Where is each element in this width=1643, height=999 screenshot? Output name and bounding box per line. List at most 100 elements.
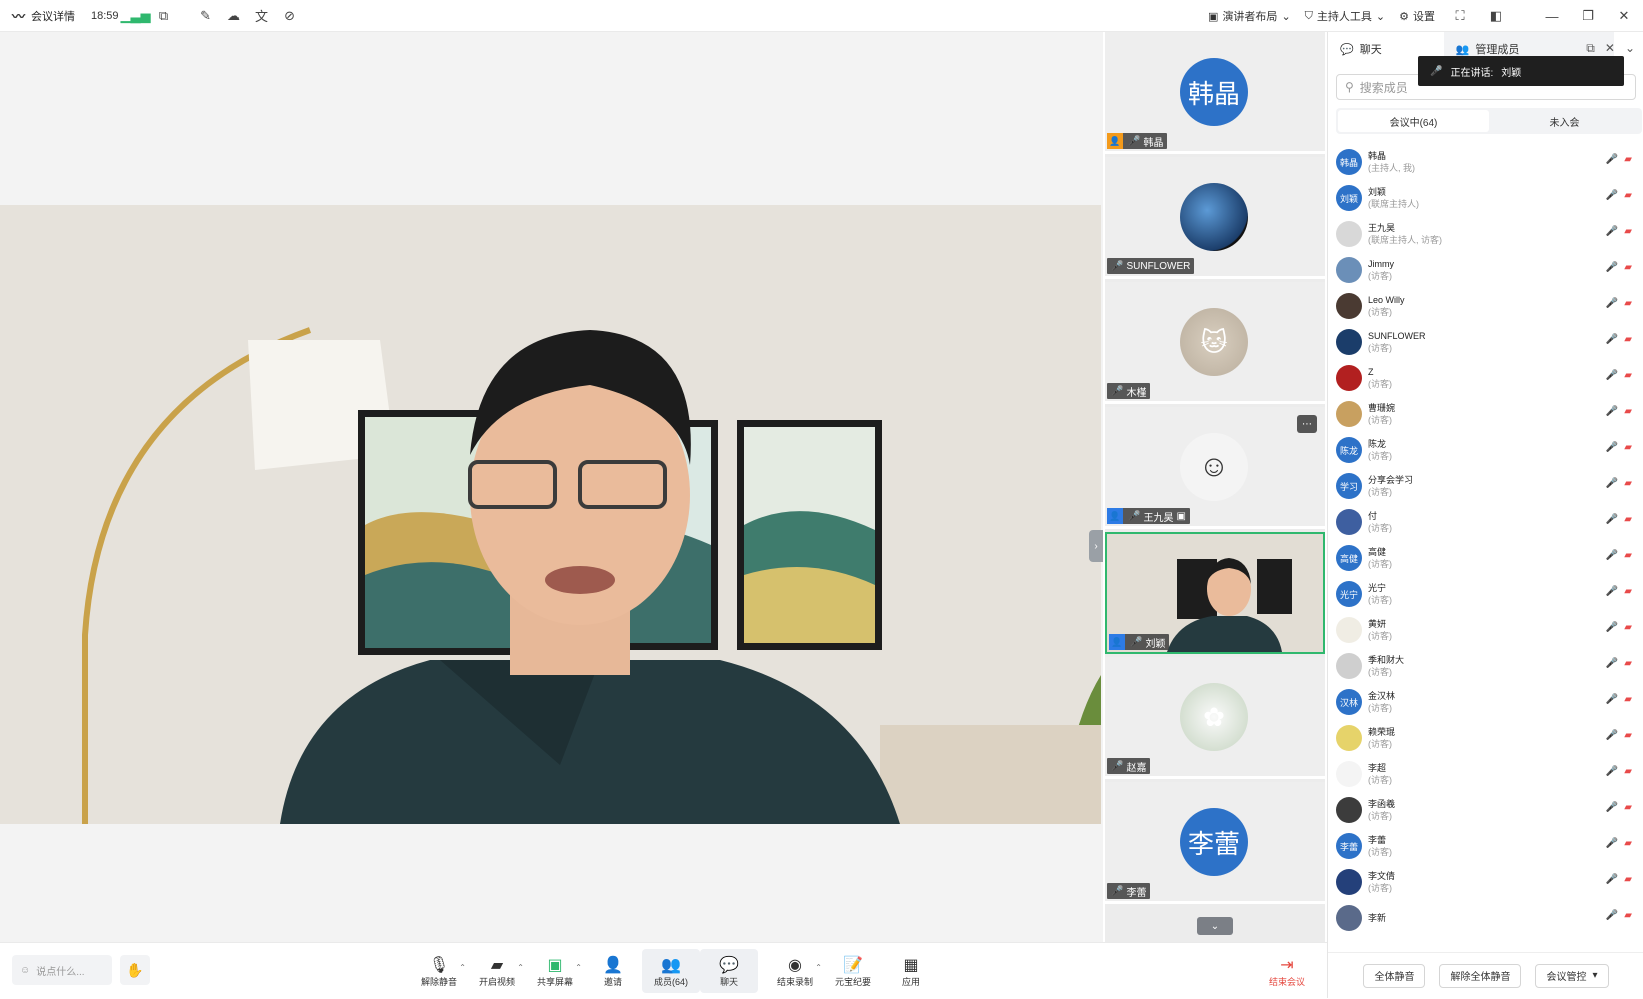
mic-muted-icon[interactable]: 🎤	[1606, 766, 1618, 777]
member-row[interactable]: 刘颖 刘颖 (联席主持人) 🎤 ▰	[1328, 180, 1643, 216]
video-off-icon[interactable]: ▰	[1624, 802, 1632, 813]
member-row[interactable]: 王九昊 (联席主持人, 访客) 🎤 ▰	[1328, 216, 1643, 252]
mic-muted-icon[interactable]: 🎤	[1606, 550, 1618, 561]
mic-muted-icon[interactable]: 🎤	[1606, 406, 1618, 417]
gallery-tile[interactable]: 🎤 SUNFLOWER	[1105, 157, 1325, 279]
annotation-off-icon[interactable]: ✎	[195, 5, 217, 27]
member-row[interactable]: 季和财大 (访客) 🎤 ▰	[1328, 648, 1643, 684]
video-off-icon[interactable]: ▰	[1624, 910, 1632, 921]
video-off-icon[interactable]: ▰	[1624, 190, 1632, 201]
speaker-layout-button[interactable]: ▣ 演讲者布局 ⌄	[1208, 8, 1291, 24]
seg-in-meeting[interactable]: 会议中(64)	[1338, 110, 1489, 132]
mic-muted-icon[interactable]: 🎤	[1606, 802, 1618, 813]
member-row[interactable]: 高健 高健 (访客) 🎤 ▰	[1328, 540, 1643, 576]
video-off-icon[interactable]: ▰	[1624, 298, 1632, 309]
mic-muted-icon[interactable]: 🎤	[1606, 838, 1618, 849]
signal-icon[interactable]: ▁▃▅	[121, 5, 151, 27]
member-row[interactable]: Jimmy (访客) 🎤 ▰	[1328, 252, 1643, 288]
mic-muted-icon[interactable]: 🎤	[1606, 262, 1618, 273]
member-row[interactable]: 汉林 金汉林 (访客) 🎤 ▰	[1328, 684, 1643, 720]
mic-muted-icon[interactable]: 🎤	[1606, 298, 1618, 309]
video-off-icon[interactable]: ▰	[1624, 442, 1632, 453]
mic-muted-icon[interactable]: 🎤	[1606, 910, 1618, 921]
caret-up-icon[interactable]: ⌃	[459, 963, 466, 972]
video-off-icon[interactable]: ▰	[1624, 550, 1632, 561]
minimize-icon[interactable]: —	[1541, 5, 1563, 27]
member-row[interactable]: 李蕾 李蕾 (访客) 🎤 ▰	[1328, 828, 1643, 864]
meeting-control-button[interactable]: 会议管控 ▾	[1535, 963, 1609, 988]
hide-icon[interactable]: ⊘	[279, 5, 301, 27]
yuanbao-minutes-button[interactable]: 📝 元宝纪要	[824, 949, 882, 993]
unmute-button[interactable]: 🎙 解除静音 ⌃	[410, 949, 468, 993]
start-video-button[interactable]: ▰ 开启视频 ⌃	[468, 949, 526, 993]
video-off-icon[interactable]: ▰	[1624, 766, 1632, 777]
member-row[interactable]: 曹珊婉 (访客) 🎤 ▰	[1328, 396, 1643, 432]
cloud-record-icon[interactable]: ☁	[223, 5, 245, 27]
gallery-tile-active-speaker[interactable]: 👤 🎤 刘颖	[1105, 532, 1325, 654]
member-row[interactable]: SUNFLOWER (访客) 🎤 ▰	[1328, 324, 1643, 360]
video-off-icon[interactable]: ▰	[1624, 478, 1632, 489]
mic-muted-icon[interactable]: 🎤	[1606, 622, 1618, 633]
video-off-icon[interactable]: ▰	[1624, 730, 1632, 741]
mic-muted-icon[interactable]: 🎤	[1606, 694, 1618, 705]
mic-muted-icon[interactable]: 🎤	[1606, 874, 1618, 885]
close-icon[interactable]: ✕	[1613, 5, 1635, 27]
video-off-icon[interactable]: ▰	[1624, 334, 1632, 345]
video-off-icon[interactable]: ▰	[1624, 694, 1632, 705]
mic-muted-icon[interactable]: 🎤	[1606, 658, 1618, 669]
close-panel-icon[interactable]: ✕	[1605, 41, 1615, 56]
mic-muted-icon[interactable]: 🎤	[1606, 370, 1618, 381]
translate-icon[interactable]: 文	[251, 5, 273, 27]
host-tools-button[interactable]: ⛉ 主持人工具 ⌄	[1305, 8, 1385, 24]
member-row[interactable]: 付 (访客) 🎤 ▰	[1328, 504, 1643, 540]
member-row[interactable]: Leo Willy (访客) 🎤 ▰	[1328, 288, 1643, 324]
invite-button[interactable]: 👤 邀请	[584, 949, 642, 993]
member-row[interactable]: 黄妍 (访客) 🎤 ▰	[1328, 612, 1643, 648]
more-options-button[interactable]: ⋯	[1297, 415, 1317, 433]
mic-muted-icon[interactable]: 🎤	[1606, 478, 1618, 489]
mic-muted-icon[interactable]: 🎤	[1606, 442, 1618, 453]
seg-not-joined[interactable]: 未入会	[1489, 110, 1640, 132]
apps-button[interactable]: ▦ 应用	[882, 949, 940, 993]
chat-button[interactable]: 💬 聊天	[700, 949, 758, 993]
video-off-icon[interactable]: ▰	[1624, 658, 1632, 669]
members-button[interactable]: 👥 成员(64)	[642, 949, 700, 993]
mic-muted-icon[interactable]: 🎤	[1606, 190, 1618, 201]
settings-button[interactable]: ⚙ 设置	[1399, 8, 1435, 24]
mic-muted-icon[interactable]: 🎤	[1606, 334, 1618, 345]
gallery-tile[interactable]: ⋯ ☺ 👤 🎤 王九昊 ▣	[1105, 407, 1325, 529]
video-off-icon[interactable]: ▰	[1624, 514, 1632, 525]
caret-up-icon[interactable]: ⌃	[815, 963, 822, 972]
video-off-icon[interactable]: ▰	[1624, 370, 1632, 381]
main-video[interactable]	[0, 205, 1101, 824]
gallery-tile[interactable]: 李蕾 🎤 李蕾	[1105, 782, 1325, 904]
mic-muted-icon[interactable]: 🎤	[1606, 226, 1618, 237]
member-row[interactable]: 韩晶 韩晶 (主持人, 我) 🎤 ▰	[1328, 144, 1643, 180]
fullscreen-icon[interactable]: ⛶	[1449, 5, 1471, 27]
unmute-all-button[interactable]: 解除全体静音	[1439, 963, 1522, 988]
mute-all-button[interactable]: 全体静音	[1363, 963, 1426, 988]
mic-muted-icon[interactable]: 🎤	[1606, 154, 1618, 165]
end-meeting-button[interactable]: ⇥ 结束会议	[1262, 951, 1312, 991]
restore-icon[interactable]: ❐	[1577, 5, 1599, 27]
collapse-gallery-handle[interactable]: ›	[1089, 530, 1103, 562]
gallery-tile[interactable]: ✿ 🎤 赵嘉	[1105, 657, 1325, 779]
external-link-icon[interactable]: ⧉	[153, 5, 175, 27]
video-off-icon[interactable]: ▰	[1624, 154, 1632, 165]
mic-muted-icon[interactable]: 🎤	[1606, 514, 1618, 525]
gallery-tile[interactable]: 韩晶 👤 🎤 韩晶	[1105, 32, 1325, 154]
member-row[interactable]: 陈龙 陈龙 (访客) 🎤 ▰	[1328, 432, 1643, 468]
meeting-details-link[interactable]: 会议详情	[31, 8, 75, 24]
member-row[interactable]: 李超 (访客) 🎤 ▰	[1328, 756, 1643, 792]
video-off-icon[interactable]: ▰	[1624, 262, 1632, 273]
member-row[interactable]: Z (访客) 🎤 ▰	[1328, 360, 1643, 396]
member-row[interactable]: 光宁 光宁 (访客) 🎤 ▰	[1328, 576, 1643, 612]
member-row[interactable]: 李新 🎤 ▰	[1328, 900, 1643, 936]
sidebar-toggle-icon[interactable]: ◧	[1485, 5, 1507, 27]
video-off-icon[interactable]: ▰	[1624, 226, 1632, 237]
video-off-icon[interactable]: ▰	[1624, 874, 1632, 885]
quick-chat-input[interactable]: ☺ 说点什么...	[12, 955, 112, 985]
tab-chat[interactable]: 💬 聊天	[1328, 32, 1394, 66]
caret-up-icon[interactable]: ⌃	[517, 963, 524, 972]
share-screen-button[interactable]: ▣ 共享屏幕 ⌃	[526, 949, 584, 993]
